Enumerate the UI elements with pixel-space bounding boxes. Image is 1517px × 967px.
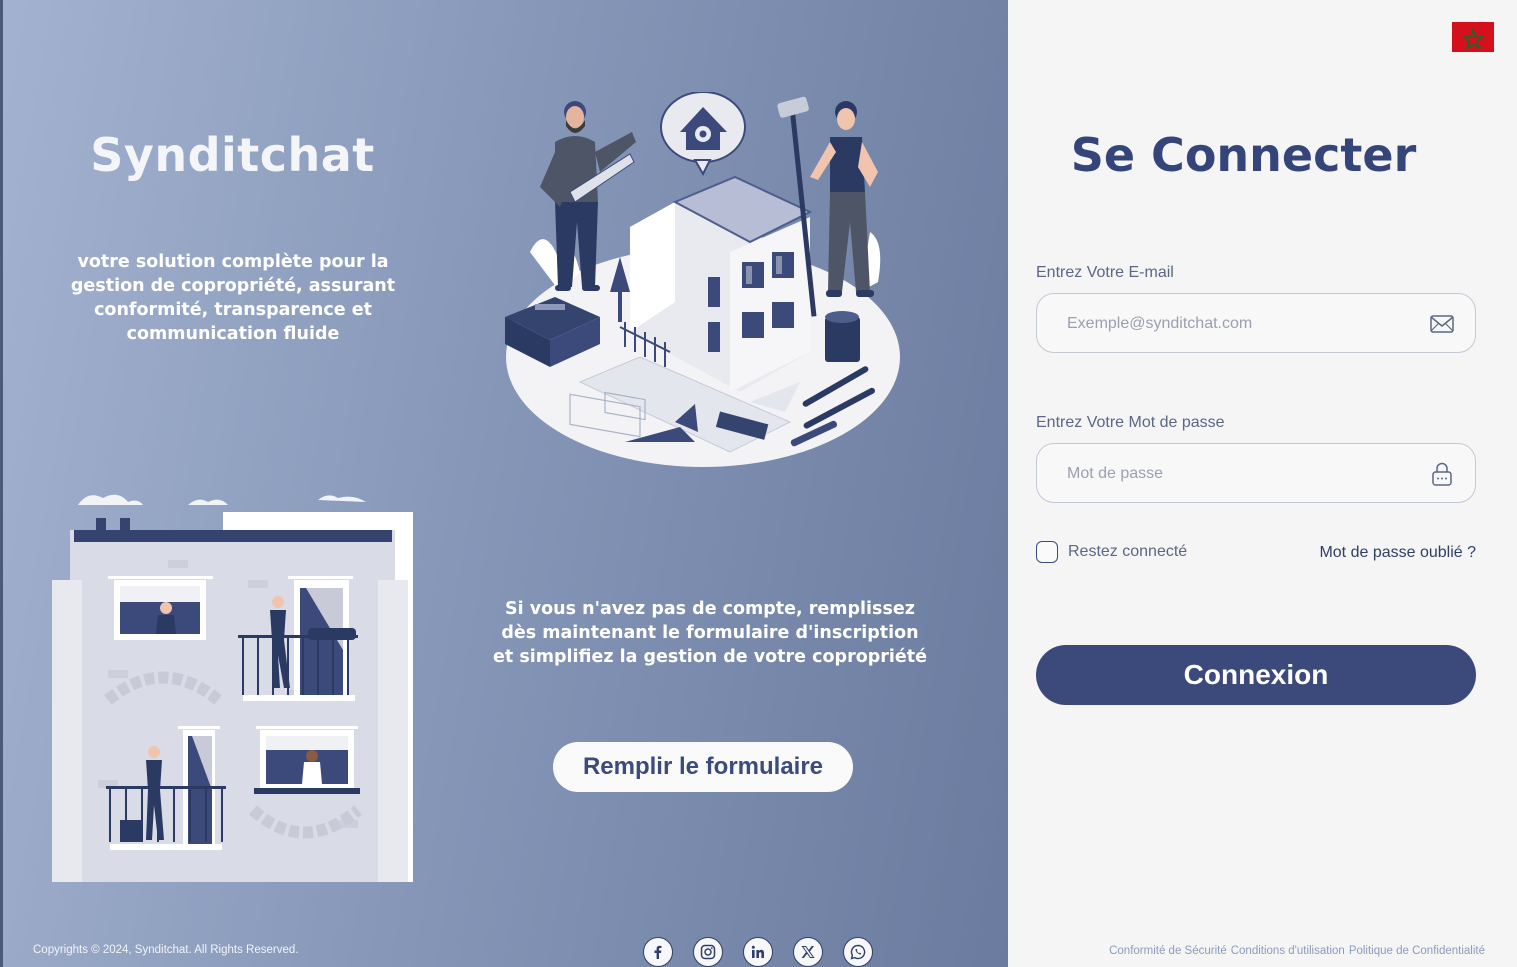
password-field[interactable]: [1065, 444, 1429, 504]
linkedin-icon[interactable]: [743, 937, 773, 967]
lock-icon: [1432, 462, 1452, 486]
email-field-wrapper: [1036, 293, 1476, 354]
login-button[interactable]: Connexion: [1036, 645, 1476, 705]
instagram-icon[interactable]: [693, 937, 723, 967]
signup-text: Si vous n'avez pas de compte, remplissez…: [493, 599, 927, 667]
social-links: [643, 937, 873, 967]
copyright: Copyrights © 2024, Synditchat. All Right…: [33, 944, 299, 956]
envelope-icon: [1430, 315, 1454, 333]
whatsapp-icon[interactable]: [843, 937, 873, 967]
building-illustration: [52, 494, 413, 882]
morocco-flag-icon[interactable]: [1452, 22, 1494, 52]
forgot-password-link[interactable]: Mot de passe oublié ?: [1319, 544, 1476, 562]
remember-label: Restez connecté: [1068, 543, 1188, 560]
privacy-policy-link[interactable]: Politique de Confidentialité: [1349, 945, 1485, 957]
remember-checkbox[interactable]: [1036, 541, 1058, 563]
left-panel: Synditchat votre solution complète pour …: [0, 0, 1008, 967]
x-icon[interactable]: [793, 937, 823, 967]
terms-link[interactable]: Conditions d'utilisation: [1231, 945, 1345, 957]
remember-me: Restez connecté: [1036, 541, 1187, 563]
construction-illustration: [505, 92, 900, 467]
brand-title: Synditchat: [90, 128, 375, 182]
password-field-wrapper: [1036, 443, 1476, 504]
brand-tagline: votre solution complète pour la gestion …: [70, 252, 396, 344]
password-label: Entrez Votre Mot de passe: [1036, 414, 1225, 431]
login-title: Se Connecter: [1070, 128, 1417, 182]
signup-button[interactable]: Remplir le formulaire: [553, 742, 853, 792]
email-label: Entrez Votre E-mail: [1036, 264, 1174, 281]
email-field[interactable]: [1065, 294, 1429, 354]
facebook-icon[interactable]: [643, 937, 673, 967]
security-compliance-link[interactable]: Conformité de Sécurité: [1109, 945, 1227, 957]
footer-links: Conformité de Sécurité Conditions d'util…: [1109, 945, 1485, 957]
